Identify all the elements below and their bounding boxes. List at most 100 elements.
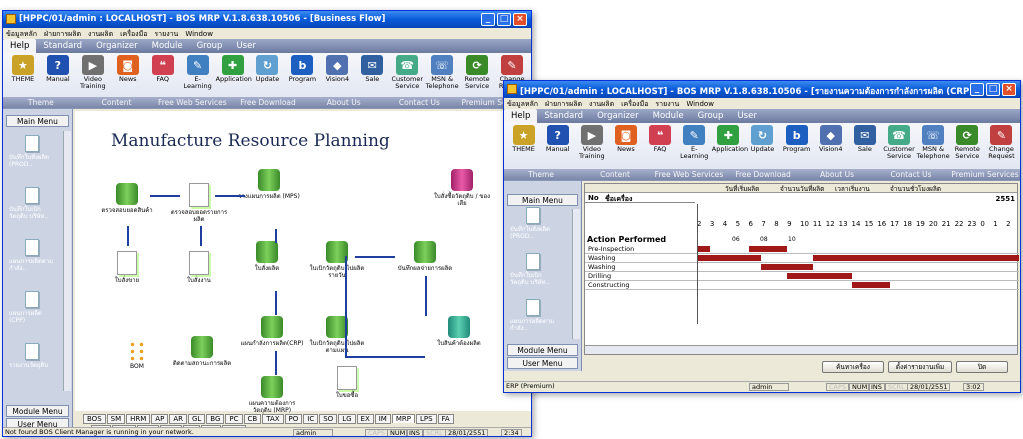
module-tab-mrp[interactable]: MRP	[391, 414, 415, 423]
flow-node-7[interactable]: ใบเบิกวัตถุดิบ ไปผลิตรายวัน	[305, 241, 369, 279]
module-tab-pc[interactable]: PC	[225, 414, 243, 424]
flow-node-1[interactable]: ตรวจสอบยอดรายการผลิต	[167, 183, 231, 223]
module-tab-lps[interactable]: LPS	[415, 414, 437, 424]
ribbon-button-vision4[interactable]: ◆ Vision4	[814, 125, 847, 153]
ribbon-button-sale[interactable]: ✉ Sale	[848, 125, 881, 153]
ribbon-button-e-learning[interactable]: ✎ E-Learning	[181, 55, 215, 90]
flow-node-15[interactable]: ใบขอซื้อ	[315, 366, 379, 399]
module-tab-ap[interactable]: AP	[151, 414, 169, 424]
ribbon-tab-module[interactable]: Module	[145, 39, 190, 53]
ribbon-button-video-training[interactable]: ▶ Video Training	[575, 125, 608, 160]
module-tab-tax[interactable]: TAX	[262, 414, 284, 424]
ribbon-tab-standard[interactable]: Standard	[36, 39, 89, 53]
user-menu-button[interactable]: User Menu	[507, 357, 578, 369]
menu-item-2[interactable]: งานผลิต	[88, 30, 113, 38]
gantt-bar[interactable]	[697, 255, 762, 261]
menu-item-3[interactable]: เครื่องมือ	[621, 100, 648, 108]
ribbon-tab-user[interactable]: User	[229, 39, 262, 53]
sidebar-item-1[interactable]: บันทึกใบเบิกวัตถุดิบ บริษัท..	[9, 187, 59, 227]
ribbon-button-news[interactable]: ◙ News	[111, 55, 145, 83]
ribbon-tab-help[interactable]: Help	[504, 109, 538, 123]
flow-node-11[interactable]: แผนกำลังการผลิต(CRP)	[240, 316, 304, 347]
gantt-bar[interactable]	[697, 246, 710, 252]
ribbon-button-customer-service[interactable]: ☎ Customer Service	[882, 125, 915, 160]
sidebar-scrollbar[interactable]	[572, 209, 580, 339]
flow-node-9[interactable]: BOM	[105, 341, 169, 370]
flow-node-14[interactable]: แผนความต้องการวัตถุดิบ (MRP)	[240, 376, 304, 414]
ribbon-button-video-training[interactable]: ▶ Video Training	[76, 55, 110, 90]
menu-item-1[interactable]: ฝ่ายการผลิต	[44, 30, 81, 38]
flow-node-4[interactable]: ใบสั่งขาย	[95, 251, 159, 284]
menu-item-1[interactable]: ฝ่ายการผลิต	[545, 100, 582, 108]
report-button-1[interactable]: ตั้งค่ารายงานเพิ่ม	[888, 361, 952, 373]
menu-item-5[interactable]: Window	[686, 100, 714, 108]
ribbon-button-program[interactable]: b Program	[285, 55, 319, 83]
module-tab-fa[interactable]: FA	[437, 414, 454, 424]
sidebar-item-0[interactable]: บันทึกใบสั่งผลิต (PROD..	[510, 207, 560, 247]
gantt-bar[interactable]	[812, 255, 1019, 261]
ribbon-button-change-request[interactable]: ✎Change Request	[985, 125, 1018, 160]
menu-item-2[interactable]: งานผลิต	[589, 100, 614, 108]
gantt-bar[interactable]	[787, 273, 852, 279]
minimize-button[interactable]: _	[481, 13, 495, 26]
module-tab-ex[interactable]: EX	[356, 414, 374, 424]
flow-node-5[interactable]: ใบสั่งงาน	[167, 251, 231, 284]
module-menu-button[interactable]: Module Menu	[507, 344, 578, 356]
module-tab-gl[interactable]: GL	[187, 414, 206, 424]
ribbon-button-vision4[interactable]: ◆ Vision4	[320, 55, 354, 83]
title-bar[interactable]: [HPPC/01/admin : LOCALHOST] - BOS MRP V.…	[504, 81, 1020, 98]
ribbon-button-faq[interactable]: ❝ FAQ	[644, 125, 677, 153]
ribbon-tab-group[interactable]: Group	[691, 109, 731, 123]
flow-node-6[interactable]: ใบสั่งผลิต	[235, 241, 299, 272]
menu-item-0[interactable]: ข้อมูลหลัก	[6, 30, 37, 38]
ribbon-tab-module[interactable]: Module	[646, 109, 691, 123]
module-tab-bos[interactable]: BOS	[83, 414, 106, 424]
flow-node-13[interactable]: ใบสินค้าต้องผลิต	[427, 316, 491, 347]
sidebar-item-3[interactable]: แผนการผลิต (CPP)	[9, 291, 59, 331]
module-tab-bg[interactable]: BG	[206, 414, 225, 424]
module-tab-hrm[interactable]: HRM	[126, 414, 151, 424]
sidebar-item-2[interactable]: แผนการผลิตตามกำลัง..	[9, 239, 59, 279]
ribbon-tab-organizer[interactable]: Organizer	[89, 39, 145, 53]
ribbon-button-update[interactable]: ↻ Update	[746, 125, 779, 153]
maximize-button[interactable]: □	[986, 83, 1000, 96]
ribbon-button-news[interactable]: ◙ News	[609, 125, 642, 153]
module-tab-lg[interactable]: LG	[338, 414, 356, 424]
menu-item-0[interactable]: ข้อมูลหลัก	[507, 100, 538, 108]
gantt-bar[interactable]	[851, 282, 891, 288]
ribbon-tab-help[interactable]: Help	[3, 39, 37, 53]
gantt-bar[interactable]	[761, 264, 813, 270]
ribbon-button-msn-telephone[interactable]: ☏ MSN & Telephone	[425, 55, 459, 90]
flow-node-8[interactable]: บันทึกผลจ่ายการผลิต	[393, 241, 457, 272]
ribbon-button-application[interactable]: ✚ Application	[712, 125, 748, 153]
ribbon-button-msn-telephone[interactable]: ☏ MSN & Telephone	[917, 125, 950, 160]
main-menu-button[interactable]: Main Menu	[6, 115, 69, 127]
ribbon-button-e-learning[interactable]: ✎ E-Learning	[678, 125, 711, 160]
gantt-bar[interactable]	[748, 246, 788, 252]
ribbon-button-faq[interactable]: ❝ FAQ	[146, 55, 180, 83]
sidebar-scrollbar[interactable]	[63, 131, 71, 391]
horizontal-scrollbar[interactable]	[585, 345, 1017, 354]
ribbon-button-theme[interactable]: ★ THEME	[6, 55, 40, 83]
menu-item-3[interactable]: เครื่องมือ	[120, 30, 147, 38]
ribbon-button-remote-service[interactable]: ⟳ Remote Service	[460, 55, 494, 90]
ribbon-button-program[interactable]: b Program	[780, 125, 813, 153]
sidebar-item-4[interactable]: รายงานวัตถุดิบ	[9, 343, 59, 383]
ribbon-tab-standard[interactable]: Standard	[537, 109, 590, 123]
title-bar[interactable]: [HPPC/01/admin : LOCALHOST] - BOS MRP V.…	[3, 11, 531, 28]
sidebar-item-0[interactable]: บันทึกใบสั่งผลิต (PROD..	[9, 135, 59, 175]
ribbon-button-application[interactable]: ✚ Application	[216, 55, 252, 83]
module-tab-sm[interactable]: SM	[106, 414, 126, 424]
ribbon-button-sale[interactable]: ✉ Sale	[355, 55, 389, 83]
menu-item-5[interactable]: Window	[185, 30, 213, 38]
module-menu-button[interactable]: Module Menu	[6, 405, 69, 417]
sidebar-item-1[interactable]: บันทึกใบเบิกวัตถุดิบ บริษัท..	[510, 253, 560, 293]
report-button-2[interactable]: ปิด	[956, 361, 1008, 373]
module-tab-cb[interactable]: CB	[243, 414, 262, 424]
flow-node-10[interactable]: ติดตามสถานะการผลิต	[170, 336, 234, 367]
ribbon-tab-user[interactable]: User	[730, 109, 763, 123]
flow-node-2[interactable]: วางแผนการผลิต (MPS)	[237, 169, 301, 200]
close-button[interactable]: ×	[1002, 83, 1016, 96]
sidebar-item-2[interactable]: แผนการผลิตตามกำลัง..	[510, 299, 560, 339]
flow-node-3[interactable]: ใบสั่งซื้อวัตถุดิบ / ของเสีย	[430, 169, 494, 207]
